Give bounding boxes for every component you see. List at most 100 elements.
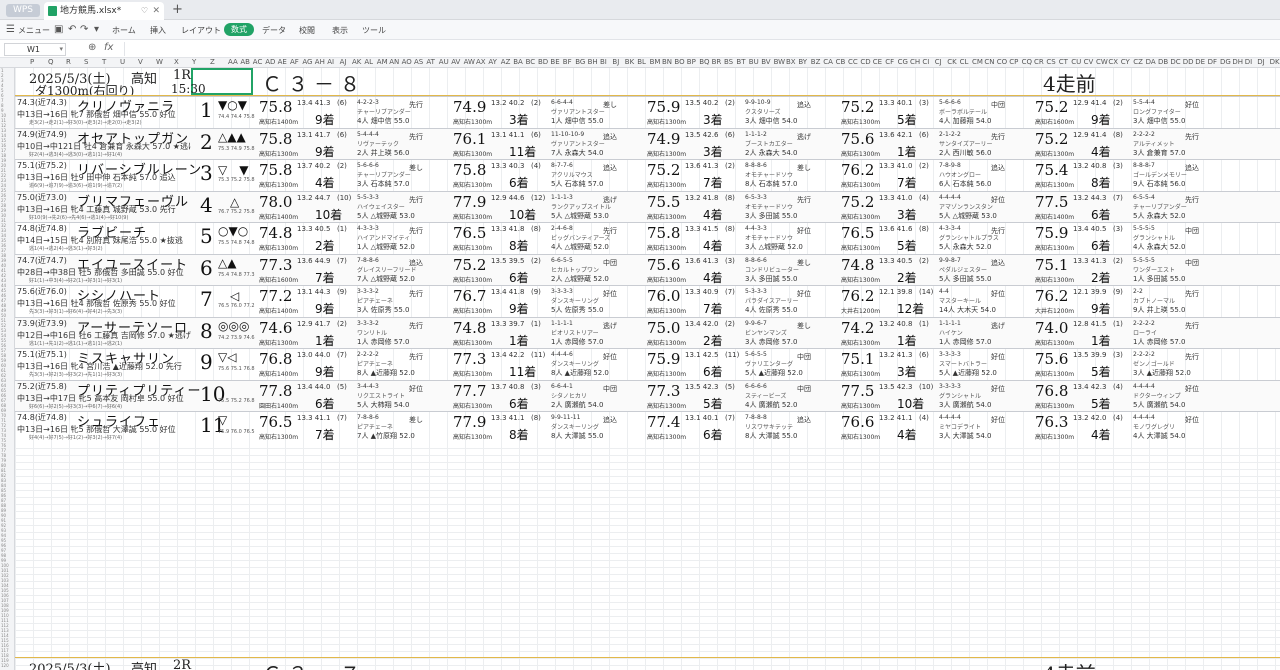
column-label[interactable]: AE	[278, 58, 287, 66]
column-label[interactable]: CT	[1059, 58, 1068, 66]
horse-row[interactable]: 75.0(近73.0) ブリマフェーヴル 中13日→16日 牝4 工藤真 城野蔵 5…	[15, 190, 1280, 222]
column-label[interactable]: BQ	[699, 58, 709, 66]
column-label[interactable]: CJ	[935, 58, 942, 66]
column-label[interactable]: AK	[352, 58, 361, 66]
column-label[interactable]: BF	[563, 58, 572, 66]
horse-row[interactable]: 74.8(近74.8) シュライフェ 中13日→16日 牝5 那俄哲 大澤誠 55.…	[15, 411, 1280, 442]
name-box[interactable]: W1 ▾	[4, 43, 66, 56]
column-label[interactable]: R	[66, 58, 71, 66]
row-number[interactable]: 120	[1, 663, 9, 668]
column-header[interactable]: P Q R S T U V W X Y Z AA AB AC AD AE AF AG AH AI AJ AK AL AM AN A…	[0, 58, 1280, 68]
hamburger-icon[interactable]: ☰	[6, 24, 15, 35]
column-label[interactable]: AJ	[340, 58, 347, 66]
column-label[interactable]: CO	[997, 58, 1007, 66]
column-label[interactable]: CU	[1071, 58, 1081, 66]
fx-icon[interactable]: fx	[104, 42, 113, 53]
file-tab[interactable]: 地方競馬.xlsx* ♡ ✕	[44, 2, 164, 20]
column-label[interactable]: CA	[823, 58, 833, 66]
dropdown-icon[interactable]: ▾	[94, 24, 99, 35]
column-label[interactable]: CN	[984, 58, 994, 66]
column-label[interactable]: BG	[575, 58, 585, 66]
column-label[interactable]: BI	[600, 58, 607, 66]
column-label[interactable]: DF	[1208, 58, 1217, 66]
column-label[interactable]: AY	[488, 58, 497, 66]
column-label[interactable]: CV	[1084, 58, 1094, 66]
column-label[interactable]: DD	[1183, 58, 1194, 66]
column-label[interactable]: CX	[1108, 58, 1118, 66]
tab-review[interactable]: 校閲	[299, 25, 315, 36]
column-label[interactable]: BH	[588, 58, 598, 66]
column-label[interactable]: AS	[414, 58, 423, 66]
tab-insert[interactable]: 挿入	[150, 25, 166, 36]
column-label[interactable]: CE	[873, 58, 882, 66]
column-label[interactable]: AM	[377, 58, 388, 66]
column-label[interactable]: BT	[736, 58, 745, 66]
column-label[interactable]: CY	[1121, 58, 1130, 66]
column-label[interactable]: X	[174, 58, 179, 66]
column-label[interactable]: CH	[910, 58, 920, 66]
column-label[interactable]: AX	[476, 58, 486, 66]
wps-badge[interactable]: WPS	[6, 4, 40, 17]
column-label[interactable]: AB	[240, 58, 250, 66]
column-label[interactable]: BA	[513, 58, 523, 66]
column-label[interactable]: CF	[885, 58, 894, 66]
column-label[interactable]: BX	[786, 58, 796, 66]
column-label[interactable]: U	[120, 58, 125, 66]
column-label[interactable]: S	[84, 58, 88, 66]
tab-data[interactable]: データ	[262, 25, 286, 36]
column-label[interactable]: T	[102, 58, 106, 66]
column-label[interactable]: BZ	[811, 58, 821, 66]
row-header[interactable]: 1 2 3 4 5 6 7 8 9 10 11 12 13 14 15 16 17 18 19 20 21 22 23 24 2…	[0, 68, 15, 670]
column-label[interactable]: CL	[960, 58, 969, 66]
column-label[interactable]: BY	[798, 58, 807, 66]
column-label[interactable]: BP	[687, 58, 696, 66]
column-label[interactable]: CR	[1034, 58, 1044, 66]
column-label[interactable]: DA	[1146, 58, 1156, 66]
column-label[interactable]: DC	[1170, 58, 1180, 66]
column-label[interactable]: BU	[749, 58, 759, 66]
horse-row[interactable]: 73.9(近73.9) アーサーテソーロ 中12日→中16日 牡6 工藤真 吉岡修 …	[15, 316, 1280, 348]
column-label[interactable]: BE	[550, 58, 559, 66]
column-label[interactable]: CP	[1009, 58, 1018, 66]
column-label[interactable]: DG	[1220, 58, 1231, 66]
column-label[interactable]: DI	[1245, 58, 1252, 66]
tab-home[interactable]: ホーム	[112, 25, 136, 36]
column-label[interactable]: BW	[774, 58, 785, 66]
column-label[interactable]: BL	[637, 58, 646, 66]
sheet-grid[interactable]: 2025/5/3(土) 高知 1R ダ1300m(右回り) 15:30 Ｃ３－８…	[15, 68, 1280, 670]
horse-row[interactable]: 74.8(近74.8) ラブビーチ 中14日→15日 牝4 別府真 妹尾浩 55.0…	[15, 222, 1280, 253]
horse-row[interactable]: 75.6(近76.0) シシノハート 中13日→16日 牡4 那俄哲 佐原秀 55.…	[15, 285, 1280, 316]
column-label[interactable]: BJ	[612, 58, 619, 66]
column-label[interactable]: AO	[402, 58, 412, 66]
column-label[interactable]: Y	[192, 58, 196, 66]
formula-input[interactable]	[124, 42, 1274, 56]
tab-tools[interactable]: ツール	[362, 25, 386, 36]
column-label[interactable]: DB	[1158, 58, 1168, 66]
column-label[interactable]: AD	[265, 58, 275, 66]
zoom-icon[interactable]: ⊕	[88, 42, 96, 53]
column-label[interactable]: Q	[48, 58, 54, 66]
tab-formulas[interactable]: 数式	[224, 23, 254, 36]
undo-icon[interactable]: ↶	[68, 24, 76, 35]
horse-row[interactable]: 74.9(近74.9) オセアトップガン 中10日→中121日 牡4 倉兼育 永森大…	[15, 127, 1280, 159]
menu-label[interactable]: メニュー	[18, 25, 50, 36]
pin-icon[interactable]: ♡	[141, 2, 148, 20]
column-label[interactable]: CK	[947, 58, 956, 66]
horse-row[interactable]: 74.3(近74.3) クリノヴァニラ 中13日→16日 牝7 那俄哲 畑中信 55…	[15, 96, 1280, 127]
column-label[interactable]: CW	[1096, 58, 1108, 66]
column-label[interactable]: CG	[898, 58, 908, 66]
column-label[interactable]: W	[156, 58, 163, 66]
column-label[interactable]: Z	[210, 58, 215, 66]
column-label[interactable]: AG	[302, 58, 312, 66]
redo-icon[interactable]: ↷	[80, 24, 88, 35]
column-label[interactable]: AI	[327, 58, 334, 66]
column-label[interactable]: AU	[439, 58, 449, 66]
column-label[interactable]: CM	[972, 58, 983, 66]
save-icon[interactable]: ▣	[54, 24, 63, 35]
horse-row[interactable]: 75.2(近75.8) プリティプリティー 中13日→中17日 牝5 高本友 岡村卓…	[15, 379, 1280, 411]
column-label[interactable]: CS	[1046, 58, 1055, 66]
column-label[interactable]: AC	[253, 58, 263, 66]
horse-row[interactable]: 74.7(近74.7) エイユースイート 中28日→中38日 牡5 那俄哲 多田誠 …	[15, 253, 1280, 285]
tab-layout[interactable]: レイアウト	[181, 25, 221, 36]
column-label[interactable]: AH	[315, 58, 325, 66]
